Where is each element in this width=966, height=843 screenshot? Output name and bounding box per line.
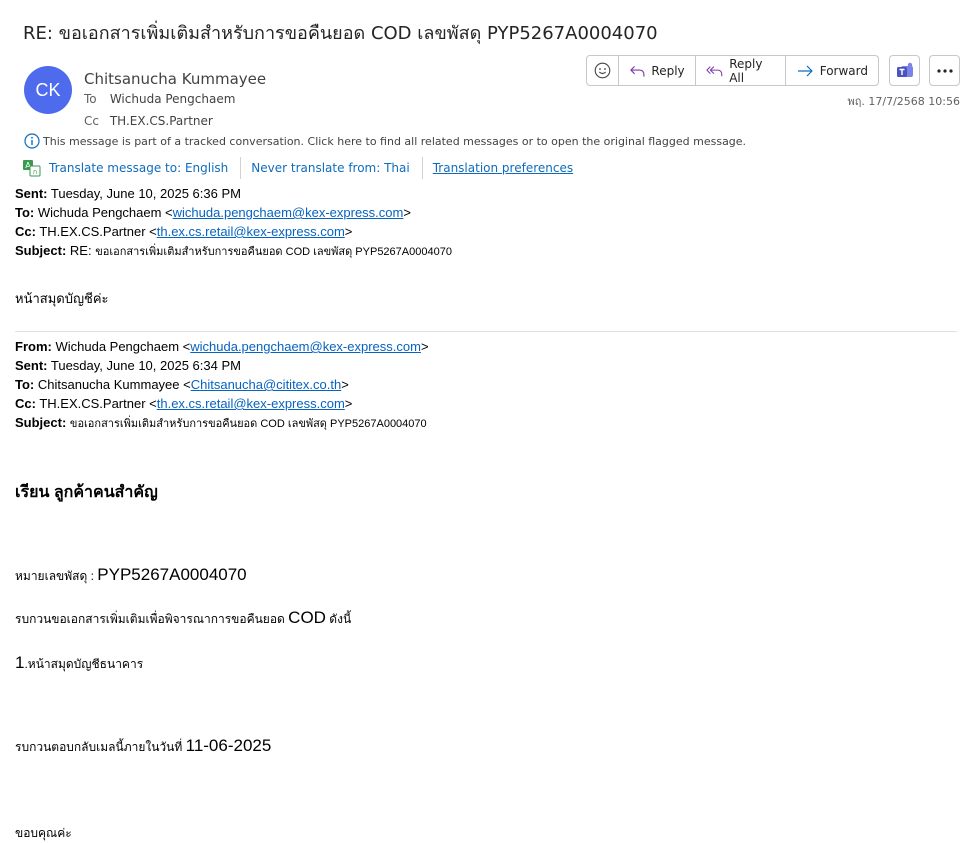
header2-subject: Subject: ขอเอกสารเพิ่มเติมสำหรับการขอคืน… <box>15 413 957 434</box>
cc-name: TH.EX.CS.Partner < <box>39 396 157 411</box>
request-line: รบกวนขอเอกสารเพิ่มเติมเพื่อพิจารณาการขอค… <box>15 608 351 629</box>
forward-label: Forward <box>819 63 868 78</box>
sent-label: Sent: <box>15 358 48 373</box>
emoji-reaction-button[interactable] <box>587 56 619 85</box>
cc-close: > <box>344 396 353 411</box>
subject-value: ขอเอกสารเพิ่มเติมสำหรับการขอคืนยอด COD เ… <box>69 418 427 430</box>
sender-name[interactable]: Chitsanucha Kummayee <box>84 70 266 88</box>
reply-button[interactable]: Reply <box>619 56 696 85</box>
to-label: To <box>84 92 97 106</box>
translate-icon: Aก <box>23 160 41 177</box>
forward-icon <box>797 65 813 76</box>
teams-icon <box>896 62 913 77</box>
cc-name: TH.EX.CS.Partner < <box>39 224 157 239</box>
reply-icon <box>629 65 645 77</box>
to-name: Chitsanucha Kummayee < <box>37 377 191 392</box>
message-toolbar: Reply Reply All Forward <box>586 55 879 86</box>
cc-recipient[interactable]: TH.EX.CS.Partner <box>110 114 213 128</box>
from-close: > <box>420 339 429 354</box>
to-close: > <box>403 205 411 220</box>
emoji-icon <box>594 62 611 79</box>
quoted-header: From: Wichuda Pengchaem <wichuda.pengcha… <box>15 337 957 434</box>
more-actions-button[interactable] <box>929 55 960 86</box>
to-line: To Wichuda Pengchaem <box>84 92 235 106</box>
item-text: .หน้าสมุดบัญชีธนาคาร <box>24 657 144 671</box>
to-email-link[interactable]: Chitsanucha@cititex.co.th <box>191 377 342 392</box>
subject-value: ขอเอกสารเพิ่มเติมสำหรับการขอคืนยอด COD เ… <box>95 246 452 258</box>
cc-email-link[interactable]: th.ex.cs.retail@kex-express.com <box>157 224 345 239</box>
header1-cc: Cc: TH.EX.CS.Partner <th.ex.cs.retail@ke… <box>15 222 957 241</box>
translate-message-link[interactable]: Translate message to: English <box>49 161 240 175</box>
sent-label: Sent: <box>15 186 48 201</box>
subject-label: Subject: <box>15 415 67 430</box>
cc-email-link[interactable]: th.ex.cs.retail@kex-express.com <box>157 396 345 411</box>
request-cod: COD <box>288 608 326 627</box>
reply-by-text: รบกวนตอบกลับเมลนี้ภายในวันที่ <box>15 740 186 754</box>
from-label: From: <box>15 339 52 354</box>
header2-cc: Cc: TH.EX.CS.Partner <th.ex.cs.retail@ke… <box>15 394 957 413</box>
header2-from: From: Wichuda Pengchaem <wichuda.pengcha… <box>15 337 957 356</box>
to-email-link[interactable]: wichuda.pengchaem@kex-express.com <box>173 205 404 220</box>
cc-line: Cc TH.EX.CS.Partner <box>84 114 213 128</box>
to-close: > <box>341 377 349 392</box>
translation-preferences-link[interactable]: Translation preferences <box>433 161 585 175</box>
to-recipient[interactable]: Wichuda Pengchaem <box>110 92 236 106</box>
svg-text:ก: ก <box>33 168 37 176</box>
forward-button[interactable]: Forward <box>786 56 878 85</box>
avatar[interactable]: CK <box>24 66 72 114</box>
reply-all-label: Reply All <box>729 56 763 85</box>
reply-all-button[interactable]: Reply All <box>696 56 786 85</box>
list-item: 1.หน้าสมุดบัญชีธนาคาร <box>15 653 143 674</box>
cc-label: Cc: <box>15 224 36 239</box>
header1-to: To: Wichuda Pengchaem <wichuda.pengchaem… <box>15 203 957 222</box>
message-body: Sent: Tuesday, June 10, 2025 6:36 PM To:… <box>15 184 957 262</box>
tracking-number: PYP5267A0004070 <box>97 565 247 584</box>
sent-value: Tuesday, June 10, 2025 6:36 PM <box>50 186 241 201</box>
quoted-divider <box>15 331 957 332</box>
never-translate-link[interactable]: Never translate from: Thai <box>251 161 421 175</box>
translation-separator <box>421 157 423 179</box>
teams-button[interactable] <box>889 55 920 86</box>
from-name: Wichuda Pengchaem < <box>55 339 191 354</box>
greeting: เรียน ลูกค้าคนสำคัญ <box>15 484 158 501</box>
info-icon <box>24 133 40 149</box>
received-date: พฤ. 17/7/2568 10:56 <box>847 95 960 108</box>
from-email-link[interactable]: wichuda.pengchaem@kex-express.com <box>190 339 421 354</box>
cc-label: Cc: <box>15 396 36 411</box>
to-label: To: <box>15 377 35 392</box>
header1-sent: Sent: Tuesday, June 10, 2025 6:36 PM <box>15 184 957 203</box>
subject-label: Subject: <box>15 243 67 258</box>
tracking-line: หมายเลขพัสดุ : PYP5267A0004070 <box>15 565 247 586</box>
reply-by-line: รบกวนตอบกลับเมลนี้ภายในวันที่ 11-06-2025 <box>15 736 271 757</box>
translation-separator <box>240 157 242 179</box>
thanks-line: ขอบคุณค่ะ <box>15 826 72 840</box>
sent-value: Tuesday, June 10, 2025 6:34 PM <box>50 358 241 373</box>
subject-prefix: RE: <box>69 243 96 258</box>
to-label: To: <box>15 205 35 220</box>
request-text: รบกวนขอเอกสารเพิ่มเติมเพื่อพิจารณาการขอค… <box>15 612 289 626</box>
translation-bar: Aก Translate message to: English Never t… <box>22 157 585 179</box>
tracked-conversation-text: This message is part of a tracked conver… <box>43 134 747 148</box>
more-icon <box>936 68 953 73</box>
header1-subject: Subject: RE: ขอเอกสารเพิ่มเติมสำหรับการข… <box>15 241 957 262</box>
request-suffix: ดังนี้ <box>325 612 352 626</box>
cc-close: > <box>344 224 353 239</box>
reply-by-date: 11-06-2025 <box>185 736 272 755</box>
tracked-conversation-bar[interactable]: This message is part of a tracked conver… <box>24 133 746 149</box>
to-name: Wichuda Pengchaem < <box>37 205 173 220</box>
tracking-label: หมายเลขพัสดุ : <box>15 569 98 583</box>
cc-label: Cc <box>84 114 99 128</box>
reply-label: Reply <box>651 63 685 78</box>
header2-sent: Sent: Tuesday, June 10, 2025 6:34 PM <box>15 356 957 375</box>
email-subject: RE: ขอเอกสารเพิ่มเติมสำหรับการขอคืนยอด C… <box>23 23 658 44</box>
reply-text: หน้าสมุดบัญชีค่ะ <box>15 291 109 306</box>
header2-to: To: Chitsanucha Kummayee <Chitsanucha@ci… <box>15 375 957 394</box>
reply-all-icon <box>706 65 722 76</box>
